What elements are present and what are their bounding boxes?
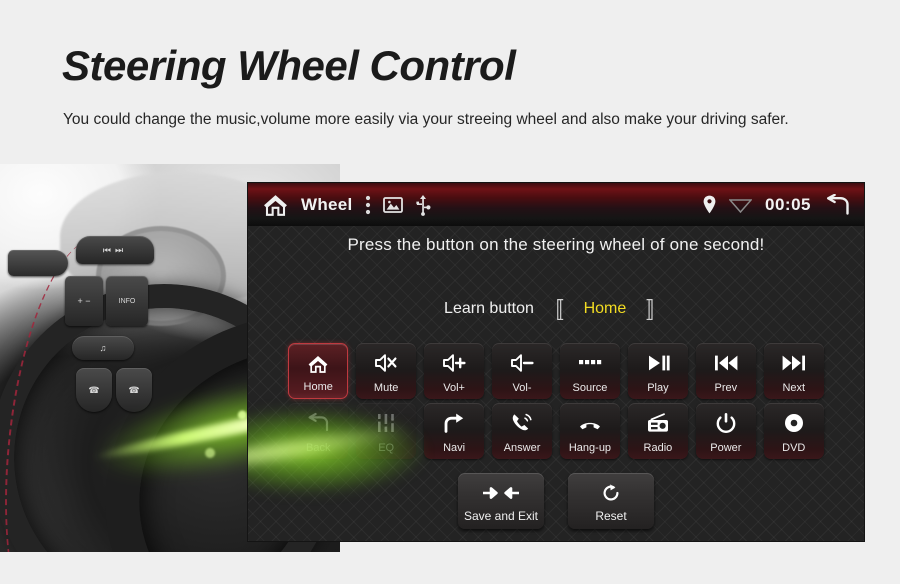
phone-answer-icon	[510, 412, 534, 434]
overflow-menu-icon[interactable]	[365, 194, 371, 216]
status-bar-left: Wheel	[248, 193, 431, 217]
wheel-key-label: Mute	[373, 382, 399, 394]
back-arrow-icon[interactable]	[824, 193, 850, 216]
wheel-key-label: Play	[647, 382, 669, 394]
play-pause-icon	[645, 352, 671, 374]
bracket-left: 〚	[541, 298, 564, 323]
home-icon	[306, 353, 330, 375]
wheel-key-radio[interactable]: Radio	[627, 403, 688, 459]
location-pin-icon	[703, 195, 716, 214]
learn-button-row: Learn button 〚 Home 〛	[248, 293, 864, 325]
picture-icon[interactable]	[382, 196, 403, 214]
bracket-right: 〛	[645, 298, 668, 323]
page-title: Steering Wheel Control	[62, 42, 516, 89]
wheel-key-power[interactable]: Power	[695, 403, 756, 459]
wheel-key-source[interactable]: Source	[559, 343, 620, 399]
radio-icon	[646, 412, 670, 434]
next-track-icon	[781, 352, 807, 374]
status-bar: Wheel 00:05	[248, 183, 864, 226]
learn-button-label: Learn button	[444, 300, 534, 317]
source-dots-icon	[577, 352, 603, 374]
wheel-bluetooth-button: ♫	[72, 336, 134, 360]
wheel-key-grid: Home Mute Vol+ Vol- Source Play Prev Next Back EQ…	[285, 343, 827, 463]
wiper-stalk	[8, 250, 68, 276]
head-unit-screen: Wheel 00:05 Press the button on the stee…	[248, 183, 864, 541]
instruction-text: Press the button on the steering wheel o…	[347, 235, 765, 254]
wheel-key-label: Navi	[443, 442, 466, 454]
wheel-hangup-button: ☎	[116, 368, 152, 412]
screen-title: Wheel	[301, 194, 353, 214]
wheel-key-label: Home	[303, 381, 333, 393]
wheel-key-label: Hang-up	[568, 442, 612, 454]
wheel-key-label: Vol+	[443, 382, 465, 394]
wheel-key-label: Prev	[714, 382, 738, 394]
navigation-arrow-icon	[442, 412, 466, 434]
reset-label: Reset	[595, 509, 627, 523]
wheel-key-home[interactable]: Home	[288, 343, 349, 399]
wheel-key-label: Source	[572, 382, 608, 394]
wheel-key-label: Vol-	[512, 382, 532, 394]
arrows-inward-icon	[481, 483, 521, 503]
wheel-key-label: Power	[710, 442, 742, 454]
equalizer-icon	[375, 412, 397, 434]
wheel-key-label: DVD	[782, 442, 806, 454]
wheel-key-eq[interactable]: EQ	[356, 403, 417, 459]
wheel-key-vol-[interactable]: Vol+	[424, 343, 485, 399]
wheel-track-buttons: ⏮⏭	[76, 236, 154, 264]
previous-track-icon	[713, 352, 739, 374]
wheel-key-vol-[interactable]: Vol-	[492, 343, 553, 399]
power-icon	[714, 412, 738, 434]
wheel-key-dvd[interactable]: DVD	[763, 403, 824, 459]
wheel-key-label: Radio	[643, 442, 673, 454]
wheel-key-label: Back	[305, 442, 331, 454]
status-bar-right: 00:05	[703, 193, 864, 216]
usb-icon[interactable]	[415, 194, 431, 216]
volume-down-icon	[509, 352, 535, 374]
wheel-key-back[interactable]: Back	[288, 403, 349, 459]
learn-button-value: Home	[583, 300, 627, 317]
wheel-key-label: EQ	[378, 442, 395, 454]
wifi-icon	[728, 197, 753, 213]
wheel-key-label: Next	[782, 382, 806, 394]
home-icon[interactable]	[262, 193, 289, 217]
clock-time: 00:05	[765, 194, 811, 214]
wheel-volume-buttons: + −	[65, 276, 103, 326]
phone-hangup-icon	[578, 412, 602, 434]
save-and-exit-label: Save and Exit	[463, 509, 539, 523]
save-and-exit-button[interactable]: Save and Exit	[458, 473, 544, 529]
wheel-key-prev[interactable]: Prev	[695, 343, 756, 399]
reset-button[interactable]: Reset	[568, 473, 654, 529]
wheel-key-hang-up[interactable]: Hang-up	[559, 403, 620, 459]
disc-icon	[782, 412, 806, 434]
refresh-icon	[601, 483, 621, 503]
back-arrow-icon	[305, 412, 331, 434]
wheel-key-next[interactable]: Next	[763, 343, 824, 399]
wheel-key-navi[interactable]: Navi	[424, 403, 485, 459]
wheel-key-mute[interactable]: Mute	[356, 343, 417, 399]
page-description: You could change the music,volume more e…	[63, 111, 789, 128]
wheel-info-buttons: INFO	[106, 276, 148, 326]
wheel-call-button: ☎	[76, 368, 112, 412]
wheel-key-answer[interactable]: Answer	[492, 403, 553, 459]
wheel-key-label: Answer	[503, 442, 541, 454]
volume-up-icon	[441, 352, 467, 374]
action-button-row: Save and Exit Reset	[248, 473, 864, 529]
speaker-mute-icon	[373, 352, 399, 374]
wheel-key-play[interactable]: Play	[627, 343, 688, 399]
